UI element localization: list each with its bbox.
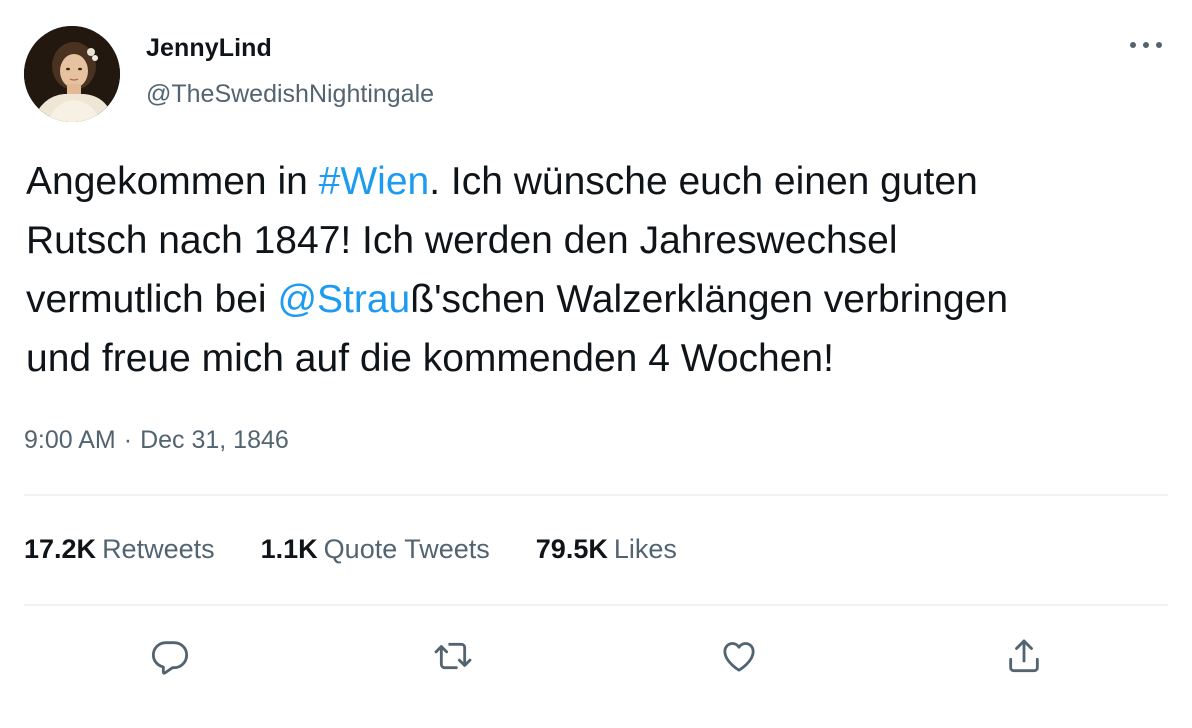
reply-button[interactable]: [142, 628, 198, 684]
likes-label: Likes: [613, 534, 677, 564]
quote-tweets-stat[interactable]: 1.1K Quote Tweets: [261, 534, 490, 565]
retweet-icon: [434, 642, 472, 670]
tweet-date[interactable]: Dec 31, 1846: [140, 426, 289, 455]
likes-stat[interactable]: 79.5K Likes: [536, 534, 677, 565]
tweet-text-segment: Rutsch nach 1847! Ich werden den Jahresw…: [26, 219, 898, 262]
author-avatar[interactable]: [24, 26, 120, 122]
more-options-button[interactable]: [1124, 30, 1168, 60]
more-horizontal-icon: [1130, 42, 1162, 48]
share-icon: [1009, 639, 1039, 673]
tweet-text-segment: ß'schen Walzerklängen verbringen: [410, 278, 1009, 321]
divider: [24, 604, 1168, 606]
tweet-text-segment: . Ich wünsche euch einen guten: [429, 160, 978, 203]
quote-tweets-count: 1.1K: [260, 534, 318, 564]
mention-link[interactable]: @Strau: [277, 278, 410, 321]
tweet-timestamp: 9:00 AM · Dec 31, 1846: [24, 426, 289, 455]
hashtag-link[interactable]: #Wien: [319, 160, 430, 203]
quote-tweets-label: Quote Tweets: [323, 534, 490, 564]
tweet-text-segment: und freue mich auf die kommenden 4 Woche…: [26, 337, 834, 380]
retweets-stat[interactable]: 17.2K Retweets: [24, 534, 215, 565]
like-button[interactable]: [711, 628, 767, 684]
tweet-card: JennyLind @TheSwedishNightingale Angekom…: [0, 0, 1192, 728]
tweet-actions: [0, 628, 1192, 688]
tweet-time[interactable]: 9:00 AM: [24, 426, 116, 455]
divider: [24, 494, 1168, 496]
heart-icon: [723, 642, 755, 672]
author-display-name[interactable]: JennyLind: [146, 34, 272, 63]
reply-icon: [151, 641, 189, 675]
tweet-text-segment: Angekommen in: [26, 160, 319, 203]
share-button[interactable]: [996, 628, 1052, 684]
tweet-stats: 17.2K Retweets 1.1K Quote Tweets 79.5K Like…: [24, 534, 677, 565]
timestamp-separator: ·: [123, 426, 133, 454]
tweet-text-segment: vermutlich bei: [26, 278, 278, 321]
author-handle[interactable]: @TheSwedishNightingale: [146, 80, 434, 109]
tweet-text: Angekommen in #Wien. Ich wünsche euch ei…: [26, 152, 1176, 388]
retweets-count: 17.2K: [24, 534, 97, 564]
retweets-label: Retweets: [102, 534, 215, 564]
retweet-button[interactable]: [425, 628, 481, 684]
portrait-avatar-icon: [24, 26, 120, 122]
likes-count: 79.5K: [535, 534, 608, 564]
